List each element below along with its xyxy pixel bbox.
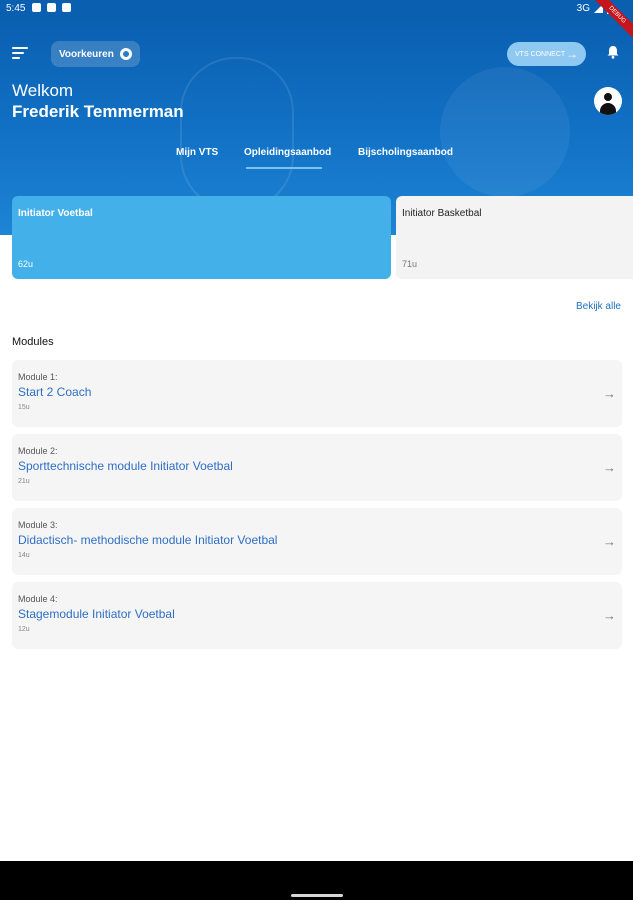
status-time: 5:45 <box>6 3 26 14</box>
status-notification-icons <box>32 3 71 12</box>
welcome-text: Welkom <box>12 81 74 100</box>
active-tab-indicator <box>246 167 322 169</box>
vts-connect-button[interactable]: VTS CONNECT → <box>507 42 586 66</box>
tab-bar: Mijn VTS Opleidingsaanbod Bijscholingsaa… <box>0 147 633 177</box>
avatar[interactable] <box>594 87 622 115</box>
course-hours: 62u <box>18 259 34 269</box>
avatar-head <box>604 93 612 101</box>
tab-mijn-vts[interactable]: Mijn VTS <box>176 147 218 158</box>
module-item[interactable]: Module 4: Stagemodule Initiator Voetbal … <box>12 582 622 649</box>
module-hours: 14u <box>18 552 30 559</box>
tab-bijscholingsaanbod[interactable]: Bijscholingsaanbod <box>358 147 453 158</box>
module-hours: 21u <box>18 478 30 485</box>
module-name: Sporttechnische module Initiator Voetbal <box>18 459 233 473</box>
avatar-torso <box>600 103 616 115</box>
course-title: Initiator Basketbal <box>402 208 482 219</box>
course-title: Initiator Voetbal <box>18 208 93 219</box>
notification-icon <box>32 3 41 12</box>
arrow-right-icon: → <box>566 47 578 61</box>
tab-opleidingsaanbod[interactable]: Opleidingsaanbod <box>244 147 331 158</box>
preferences-button[interactable]: Voorkeuren <box>51 41 140 67</box>
arrow-right-icon: → <box>603 460 616 475</box>
network-label: 3G <box>576 3 590 14</box>
module-hours: 12u <box>18 626 30 633</box>
view-all-link[interactable]: Bekijk alle <box>576 301 621 312</box>
screenshot-icon <box>47 3 56 12</box>
arrow-right-icon: → <box>603 386 616 401</box>
arrow-right-icon: → <box>603 608 616 623</box>
hero-decoration <box>440 67 570 197</box>
user-name: Frederik Temmerman <box>12 102 184 121</box>
section-title: Modules <box>12 336 54 348</box>
module-item[interactable]: Module 2: Sporttechnische module Initiat… <box>12 434 622 501</box>
bell-icon[interactable] <box>606 45 620 59</box>
module-hours: 15u <box>18 404 30 411</box>
status-bar: 5:45 3G <box>0 0 633 17</box>
preferences-label: Voorkeuren <box>59 48 114 60</box>
module-name: Stagemodule Initiator Voetbal <box>18 607 175 621</box>
arrow-right-icon: → <box>603 534 616 549</box>
course-card-initiator-basketbal[interactable]: Initiator Basketbal 71u <box>396 196 633 279</box>
menu-icon[interactable] <box>12 47 28 59</box>
hero-decoration <box>180 57 294 211</box>
module-item[interactable]: Module 3: Didactisch- methodische module… <box>12 508 622 575</box>
module-number: Module 2: <box>18 446 58 456</box>
gesture-handle[interactable] <box>291 894 343 897</box>
download-icon <box>62 3 71 12</box>
module-number: Module 3: <box>18 520 58 530</box>
module-name: Start 2 Coach <box>18 385 92 399</box>
module-number: Module 4: <box>18 594 58 604</box>
vts-connect-label: VTS CONNECT <box>515 50 566 58</box>
gear-icon <box>119 48 132 60</box>
module-number: Module 1: <box>18 372 58 382</box>
module-item[interactable]: Module 1: Start 2 Coach 15u → <box>12 360 622 427</box>
module-name: Didactisch- methodische module Initiator… <box>18 533 278 547</box>
course-card-initiator-voetbal[interactable]: Initiator Voetbal 62u <box>12 196 391 279</box>
course-hours: 71u <box>402 259 418 269</box>
